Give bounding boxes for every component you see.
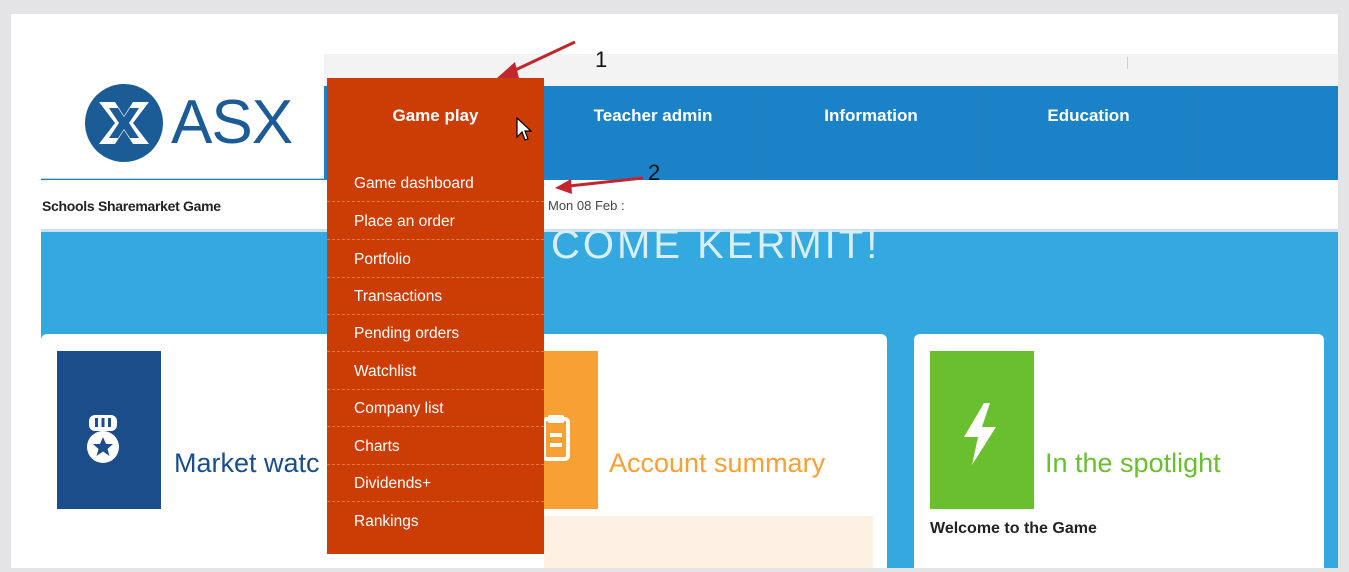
annotation-arrow-1 xyxy=(497,40,576,78)
menu-item-watchlist[interactable]: Watchlist xyxy=(327,353,544,390)
spotlight-title[interactable]: In the spotlight xyxy=(1045,448,1221,479)
menu-item-transactions[interactable]: Transactions xyxy=(327,278,544,315)
logo-text: ASX xyxy=(171,88,293,157)
mouse-cursor-icon xyxy=(516,117,532,141)
menu-item-place-an-order[interactable]: Place an order xyxy=(327,203,544,240)
account-summary-title[interactable]: Account summary xyxy=(609,448,825,479)
annotation-arrow-2 xyxy=(555,176,644,194)
nav-game-play[interactable]: Game play xyxy=(327,86,544,146)
account-summary-body xyxy=(544,516,873,568)
menu-item-charts[interactable]: Charts xyxy=(327,428,544,465)
spotlight-subtitle: Welcome to the Game xyxy=(930,520,1097,537)
spotlight-tile xyxy=(930,351,1034,509)
market-watch-title[interactable]: Market watc xyxy=(174,448,320,479)
welcome-heading: COME KERMIT! xyxy=(551,223,881,267)
menu-item-rankings[interactable]: Rankings xyxy=(327,503,544,540)
nav-information[interactable]: Information xyxy=(763,86,980,180)
annotation-label-1: 1 xyxy=(595,47,608,72)
top-divider xyxy=(1127,57,1128,69)
clipboard-icon xyxy=(544,415,570,461)
menu-item-company-list[interactable]: Company list xyxy=(327,390,544,427)
lightning-icon xyxy=(964,403,996,465)
market-watch-tile xyxy=(57,351,161,509)
nav-education[interactable]: Education xyxy=(980,86,1198,180)
account-summary-tile xyxy=(544,351,598,509)
asx-logo-icon xyxy=(85,84,163,162)
medal-icon xyxy=(87,415,119,463)
menu-item-portfolio[interactable]: Portfolio xyxy=(327,241,544,278)
annotation-label-2: 2 xyxy=(648,160,661,185)
screenshot-frame: ASX Teacher admin Information Education … xyxy=(11,14,1338,568)
menu-item-game-dashboard[interactable]: Game dashboard xyxy=(327,165,544,202)
game-title: Schools Sharemarket Game xyxy=(42,198,221,214)
menu-item-dividends[interactable]: Dividends+ xyxy=(327,465,544,502)
menu-item-pending-orders[interactable]: Pending orders xyxy=(327,315,544,352)
